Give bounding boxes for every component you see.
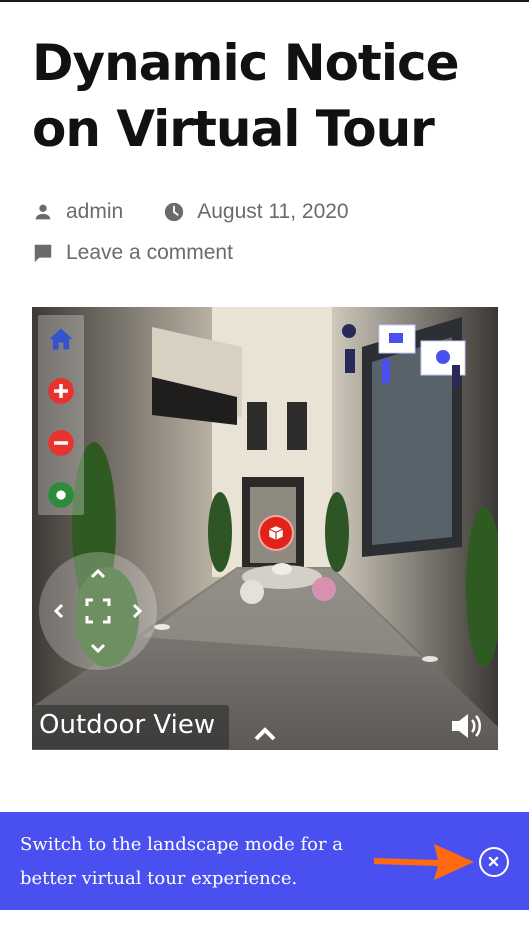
post-date[interactable]: August 11, 2020 — [197, 200, 348, 224]
post-meta: admin August 11, 2020 — [32, 200, 349, 224]
comment-icon — [34, 244, 52, 263]
top-rule — [0, 0, 529, 2]
zoom-out-icon[interactable] — [47, 429, 75, 457]
comment-meta: Leave a comment — [32, 241, 233, 265]
author-link[interactable]: admin — [66, 200, 123, 224]
box-icon — [269, 526, 283, 540]
navigation-pad — [39, 552, 157, 670]
control-bar — [38, 315, 84, 515]
close-button[interactable] — [479, 847, 509, 877]
volume-icon[interactable] — [450, 711, 484, 741]
zoom-in-icon[interactable] — [47, 377, 75, 405]
landscape-notice: Switch to the landscape mode for a bette… — [0, 812, 529, 910]
notice-text: Switch to the landscape mode for a bette… — [20, 834, 344, 889]
virtual-tour-viewer[interactable]: Outdoor View — [32, 307, 498, 750]
person-icon — [35, 204, 51, 220]
gyro-icon[interactable] — [47, 481, 75, 509]
info-hotspot[interactable] — [258, 515, 294, 551]
right-arrow-icon[interactable] — [131, 602, 145, 620]
close-icon — [488, 856, 499, 867]
down-arrow-icon[interactable] — [89, 642, 107, 656]
left-arrow-icon[interactable] — [51, 602, 65, 620]
scene-title: Outdoor View — [32, 705, 230, 749]
arrow-icon — [374, 844, 474, 880]
up-arrow-icon[interactable] — [89, 566, 107, 580]
post-title: Dynamic Notice on Virtual Tour — [32, 34, 460, 158]
floating-graphic — [342, 324, 466, 387]
chevron-up-icon[interactable] — [252, 725, 278, 743]
fullscreen-icon[interactable] — [85, 598, 111, 624]
leave-comment-link[interactable]: Leave a comment — [66, 241, 233, 265]
home-icon[interactable] — [47, 325, 75, 353]
clock-icon — [165, 202, 184, 222]
